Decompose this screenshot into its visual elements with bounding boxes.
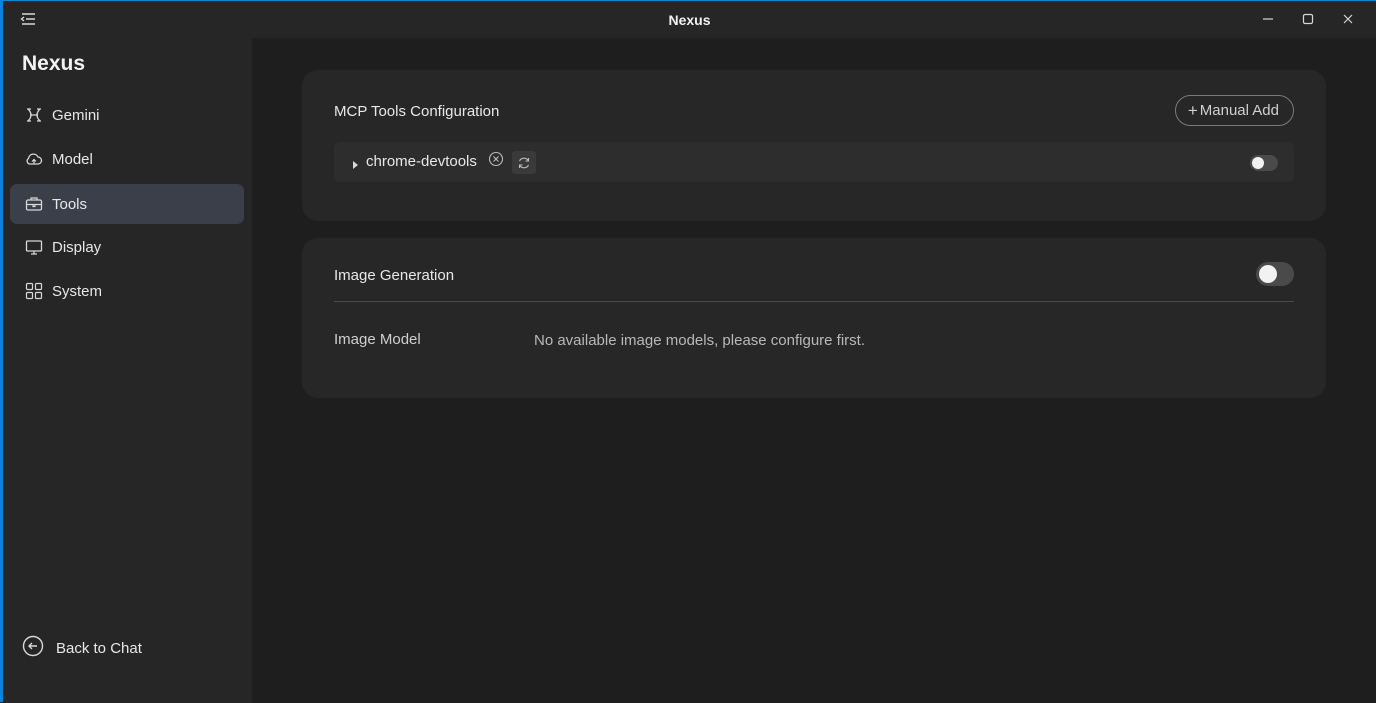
remove-tool-icon[interactable] [488, 151, 504, 167]
monitor-icon [24, 237, 44, 257]
tool-row[interactable]: chrome-devtools [334, 142, 1294, 182]
image-generation-toggle[interactable] [1256, 262, 1294, 286]
mcp-tools-card: MCP Tools Configuration + Manual Add chr… [302, 70, 1326, 221]
sidebar-brand: Nexus [22, 52, 86, 75]
sidebar-item-label: Display [52, 238, 102, 256]
image-model-value: No available image models, please config… [534, 332, 866, 349]
sidebar-item-gemini[interactable]: Gemini [10, 95, 244, 135]
back-to-chat-label: Back to Chat [56, 640, 142, 657]
sidebar-item-display[interactable]: Display [10, 227, 244, 267]
title-bar: Nexus [3, 1, 1376, 38]
arrow-left-circle-icon [22, 635, 44, 662]
sidebar-item-system[interactable]: System [10, 271, 244, 311]
mcp-tools-title: MCP Tools Configuration [334, 103, 500, 120]
app-window: Nexus Nexus Gemini Model Tools Display S… [0, 0, 1376, 703]
caret-right-icon[interactable] [350, 157, 360, 169]
image-model-label: Image Model [334, 331, 421, 348]
cloud-icon [24, 149, 44, 169]
toggle-knob [1259, 265, 1277, 283]
minimize-icon[interactable] [1258, 9, 1278, 29]
divider [334, 301, 1294, 302]
toggle-knob [1252, 157, 1264, 169]
maximize-icon[interactable] [1298, 9, 1318, 29]
manual-add-label: Manual Add [1199, 102, 1279, 119]
window-title: Nexus [668, 12, 711, 28]
grid-icon [24, 281, 44, 301]
sidebar-item-label: Gemini [52, 106, 100, 124]
gemini-icon [24, 105, 44, 125]
toolbox-icon [24, 194, 44, 214]
sidebar-item-label: System [52, 282, 103, 300]
menu-collapse-icon[interactable] [19, 10, 37, 28]
refresh-icon[interactable] [512, 151, 536, 174]
close-window-icon[interactable] [1338, 9, 1358, 29]
image-generation-card: Image Generation Image Model No availabl… [302, 238, 1326, 398]
sidebar-item-model[interactable]: Model [10, 139, 244, 179]
main-content: MCP Tools Configuration + Manual Add chr… [252, 38, 1376, 703]
plus-icon: + [1187, 100, 1198, 120]
tool-name: chrome-devtools [366, 153, 477, 170]
back-to-chat-button[interactable]: Back to Chat [22, 635, 142, 662]
sidebar-item-label: Tools [52, 195, 88, 213]
tool-enable-toggle[interactable] [1250, 155, 1278, 171]
sidebar-item-label: Model [52, 150, 93, 168]
manual-add-button[interactable]: + Manual Add [1174, 95, 1294, 126]
image-generation-title: Image Generation [334, 267, 455, 284]
sidebar-item-tools[interactable]: Tools [10, 184, 244, 224]
sidebar: Nexus Gemini Model Tools Display System … [3, 38, 252, 703]
